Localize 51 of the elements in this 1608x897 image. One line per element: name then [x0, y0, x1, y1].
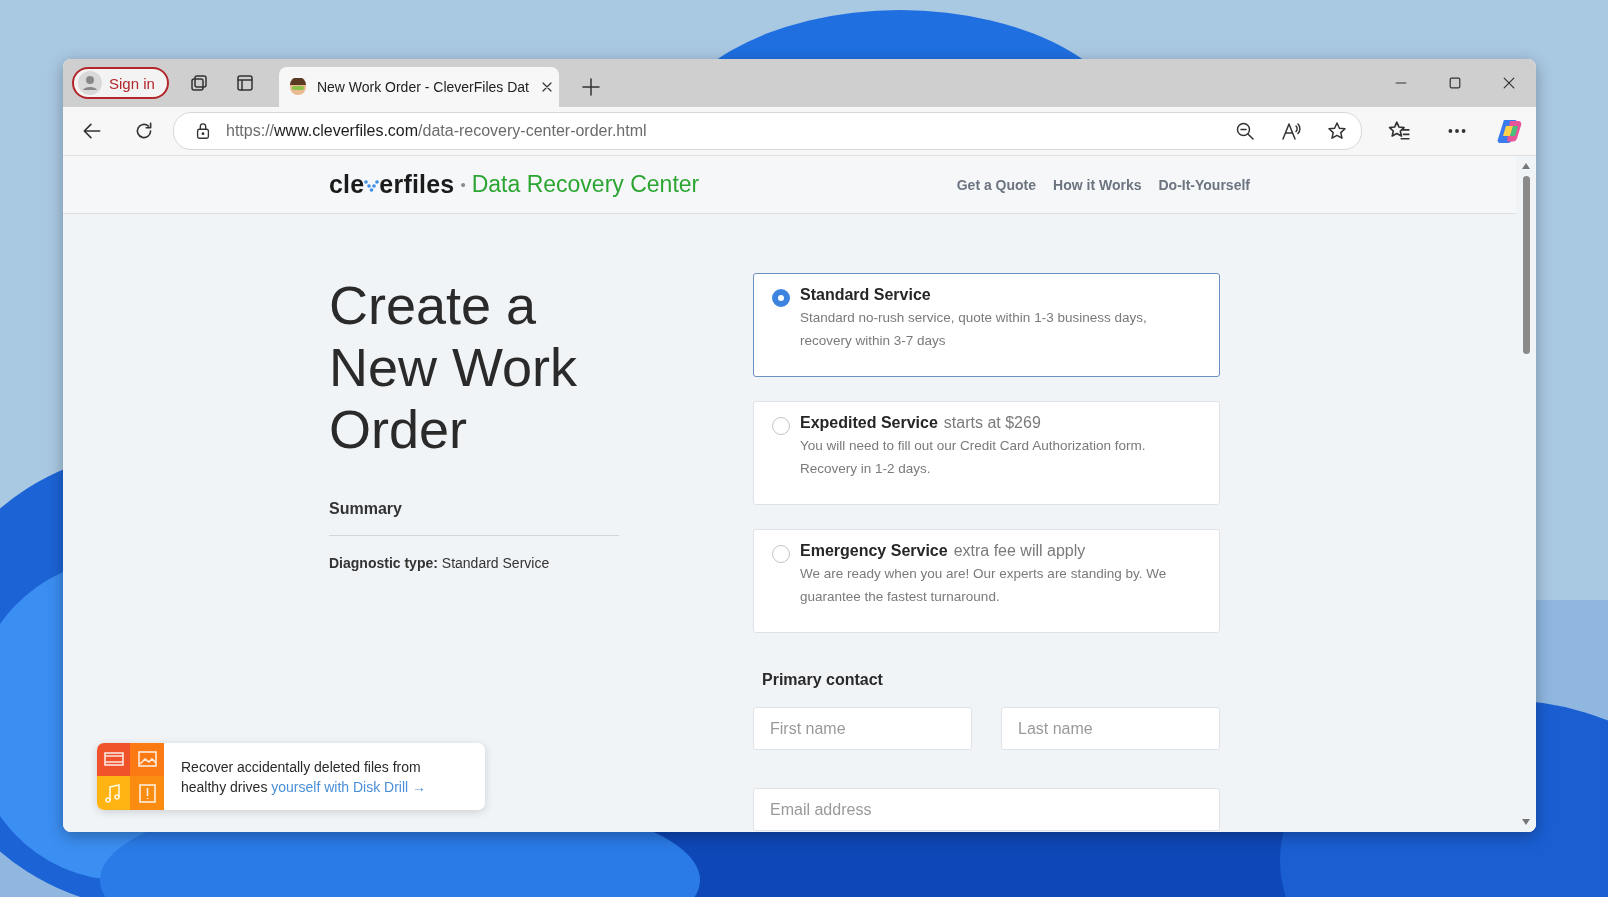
nav-link[interactable]: Get a Quote [956, 176, 1037, 193]
sign-in-button[interactable]: Sign in [72, 67, 169, 99]
tab-title: New Work Order - CleverFiles Dat [316, 79, 529, 95]
address-bar[interactable]: https://www.cleverfiles.com/data-recovery-center-order.html [173, 112, 1362, 150]
nav-link[interactable]: Do-It-Yourself [1158, 176, 1250, 193]
separator-dot: • [460, 176, 466, 193]
summary-title: Summary [329, 500, 619, 536]
vertical-tabs-icon[interactable] [234, 73, 255, 93]
option-note: starts at $269 [943, 414, 1041, 432]
service-option[interactable]: Emergency Service extra fee will apply We are ready when you are! Our experts are standing by. We guarantee the fastest turnaround. [753, 529, 1220, 633]
scroll-down-icon[interactable] [1521, 818, 1531, 826]
section-title: Primary contact [762, 671, 884, 689]
scroll-up-icon[interactable] [1521, 162, 1531, 170]
nav-link[interactable]: How it Works [1053, 176, 1142, 193]
product-title: Data Recovery Center [471, 171, 700, 198]
browser-tab[interactable]: New Work Order - CleverFiles Dat [278, 67, 559, 107]
option-description: We are ready when you are! Our experts are standing by. We guarantee the fastest turnaround. [800, 565, 1168, 606]
service-option[interactable]: Standard Service Standard no-rush service, quote within 1-3 business days, recovery within 3-7 days [753, 273, 1220, 377]
url-text: https://www.cleverfiles.com/data-recovery-center-order.html [226, 122, 648, 140]
option-description: You will need to fill out our Credit Card Authorization form. Recovery in 1-2 days. [800, 437, 1147, 478]
copilot-icon[interactable] [1496, 117, 1524, 145]
option-title: Standard Service [800, 286, 931, 304]
star-icon[interactable] [1327, 121, 1347, 141]
option-note: extra fee will apply [953, 542, 1086, 560]
input-field[interactable]: First name [753, 707, 972, 750]
promo-text: Recover accidentally deleted files from healthy drives yourself with Disk Drill → [180, 757, 428, 797]
face-favicon-icon [288, 78, 307, 96]
service-option[interactable]: Expedited Service starts at $269 You will need to fill out our Credit Card Authorization form. Recovery in 1-2 days. [753, 401, 1220, 505]
zoom-out-icon[interactable] [1235, 121, 1255, 141]
input-field[interactable]: Email address [753, 788, 1220, 831]
workspaces-icon[interactable] [188, 73, 209, 93]
new-tab-icon[interactable] [580, 77, 601, 97]
page-heading: Create a New Work Order [329, 274, 579, 460]
maximize-icon[interactable] [1447, 75, 1463, 91]
profile-icon [78, 71, 102, 95]
radio-button[interactable] [772, 417, 790, 435]
close-icon[interactable] [1501, 75, 1517, 91]
disk-drill-link[interactable]: yourself with Disk Drill → [271, 778, 427, 795]
radio-button[interactable] [772, 545, 790, 563]
summary-line: Diagnostic type: Standard Service [329, 555, 551, 571]
lock-icon [194, 122, 212, 140]
dots-logo-icon [364, 177, 380, 192]
scroll-thumb[interactable] [1522, 176, 1530, 354]
radio-button[interactable] [772, 289, 790, 307]
favorites-icon[interactable] [1388, 120, 1410, 142]
read-aloud-icon[interactable] [1281, 121, 1301, 141]
option-title: Emergency Service [800, 542, 948, 560]
option-title: Expedited Service [800, 414, 938, 432]
option-description: Standard no-rush service, quote within 1-3 business days, recovery within 3-7 days [800, 309, 1148, 350]
input-field[interactable]: Last name [1001, 707, 1220, 750]
site-logo[interactable]: cle erfiles [329, 170, 455, 199]
